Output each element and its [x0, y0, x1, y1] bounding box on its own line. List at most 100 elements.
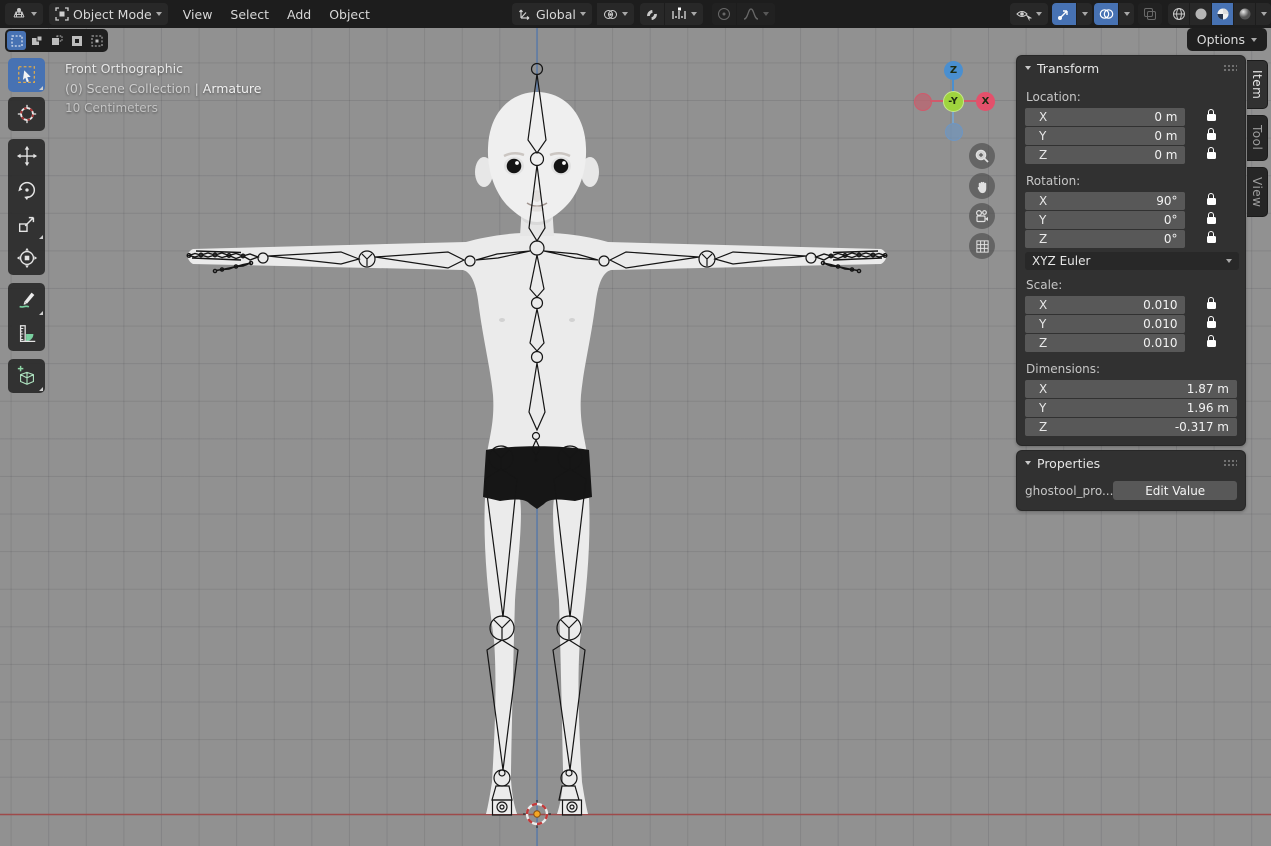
- overlays-dropdown[interactable]: [1119, 3, 1134, 25]
- xray-toggle[interactable]: [1138, 3, 1162, 25]
- orientation-label: Global: [536, 7, 576, 22]
- camera-view-button[interactable]: [969, 203, 995, 229]
- menu-add[interactable]: Add: [278, 7, 320, 22]
- editor-type-button[interactable]: [5, 3, 43, 25]
- tab-item[interactable]: Item: [1247, 60, 1268, 109]
- options-label: Options: [1197, 32, 1245, 47]
- lock-icon[interactable]: [1207, 321, 1216, 328]
- select-mode-extend[interactable]: [27, 31, 46, 50]
- proportional-falloff-dropdown[interactable]: [737, 3, 775, 25]
- menu-object[interactable]: Object: [320, 7, 379, 22]
- transform-panel-header[interactable]: Transform: [1017, 56, 1245, 80]
- dimensions-z-field[interactable]: Z-0.317 m: [1025, 418, 1237, 436]
- edit-value-button[interactable]: Edit Value: [1113, 481, 1237, 500]
- select-mode-subtract[interactable]: [47, 31, 66, 50]
- scale-z-field[interactable]: Z0.010: [1025, 334, 1185, 352]
- gizmo-axis-x[interactable]: X: [976, 92, 995, 111]
- tool-annotate[interactable]: [8, 283, 45, 317]
- scale-y-field[interactable]: Y0.010: [1025, 315, 1185, 333]
- shading-material-button[interactable]: [1212, 3, 1233, 25]
- 3d-viewport-editor-icon: [11, 6, 27, 22]
- select-mode-invert[interactable]: [67, 31, 86, 50]
- panel-drag-handle[interactable]: [1223, 64, 1237, 73]
- tool-cursor[interactable]: [8, 97, 45, 131]
- show-gizmo-toggle[interactable]: [1052, 3, 1076, 25]
- location-y-field[interactable]: Y0 m: [1025, 127, 1185, 145]
- menu-select[interactable]: Select: [221, 7, 278, 22]
- gizmo-axis-x-neg[interactable]: [914, 93, 932, 111]
- panel-title: Transform: [1037, 61, 1099, 76]
- proportional-edit-group: [712, 3, 775, 25]
- scale-x-field[interactable]: X0.010: [1025, 296, 1185, 314]
- options-dropdown[interactable]: Options: [1187, 28, 1267, 51]
- object-visibility-dropdown[interactable]: [1010, 3, 1048, 25]
- lock-icon[interactable]: [1207, 114, 1216, 121]
- snap-with-dropdown[interactable]: [665, 3, 703, 25]
- location-z-field[interactable]: Z0 m: [1025, 146, 1185, 164]
- snap-toggle[interactable]: [640, 3, 664, 25]
- tab-tool[interactable]: Tool: [1247, 115, 1268, 160]
- gizmo-axis-z-neg[interactable]: [945, 123, 963, 141]
- tool-move[interactable]: [8, 139, 45, 173]
- pan-button[interactable]: [969, 173, 995, 199]
- gizmo-axis-z[interactable]: Z: [944, 61, 963, 80]
- lock-icon[interactable]: [1207, 198, 1216, 205]
- select-mode-set[interactable]: [7, 31, 26, 50]
- panel-drag-handle[interactable]: [1223, 459, 1237, 468]
- lock-icon[interactable]: [1207, 133, 1216, 140]
- pivot-point-dropdown[interactable]: [597, 3, 634, 25]
- lock-icon[interactable]: [1207, 302, 1216, 309]
- tool-rotate[interactable]: [8, 173, 45, 207]
- shading-rendered-button[interactable]: [1234, 3, 1255, 25]
- lock-icon[interactable]: [1207, 217, 1216, 224]
- location-y-row: Y0 m: [1025, 127, 1237, 145]
- camera-icon: [974, 208, 990, 224]
- properties-panel-header[interactable]: Properties: [1017, 451, 1245, 475]
- gizmo-dropdown[interactable]: [1077, 3, 1092, 25]
- 3d-cursor-icon: [16, 103, 38, 125]
- rotate-icon: [16, 179, 38, 201]
- transform-panel: Transform Location: X0 m Y0 m Z0 m Rotat…: [1016, 55, 1246, 446]
- menu-view[interactable]: View: [174, 7, 222, 22]
- tool-select-box[interactable]: [8, 58, 45, 92]
- location-x-field[interactable]: X0 m: [1025, 108, 1185, 126]
- zoom-button[interactable]: [969, 143, 995, 169]
- tool-transform[interactable]: [8, 241, 45, 275]
- dimensions-z-row: Z-0.317 m: [1025, 418, 1237, 436]
- overlays-group: [1094, 3, 1134, 25]
- rotation-z-field[interactable]: Z0°: [1025, 230, 1185, 248]
- transform-icon: [16, 247, 38, 269]
- lock-icon[interactable]: [1207, 236, 1216, 243]
- dimensions-x-row: X1.87 m: [1025, 380, 1237, 398]
- navigation-gizmo[interactable]: Z X -Y: [918, 60, 1000, 144]
- rendered-sphere-icon: [1238, 7, 1252, 21]
- gizmo-axis-y-neg[interactable]: -Y: [943, 91, 964, 112]
- proportional-edit-toggle[interactable]: [712, 3, 736, 25]
- lock-icon[interactable]: [1207, 152, 1216, 159]
- lock-icon[interactable]: [1207, 340, 1216, 347]
- select-mode-toolbar: [5, 29, 108, 52]
- global-orientation-icon: [518, 7, 532, 21]
- shading-solid-button[interactable]: [1190, 3, 1211, 25]
- rotation-x-field[interactable]: X90°: [1025, 192, 1185, 210]
- viewport-nav-buttons: [969, 143, 995, 259]
- rotation-mode-dropdown[interactable]: XYZ Euler: [1025, 252, 1239, 270]
- falloff-curve-icon: [743, 7, 759, 21]
- mode-dropdown[interactable]: Object Mode: [49, 3, 168, 25]
- shading-dropdown[interactable]: [1256, 3, 1271, 25]
- transform-orientation-dropdown[interactable]: Global: [512, 3, 592, 25]
- select-mode-intersect[interactable]: [87, 31, 106, 50]
- tool-measure[interactable]: [8, 317, 45, 351]
- shading-wireframe-button[interactable]: [1168, 3, 1189, 25]
- tool-scale[interactable]: [8, 207, 45, 241]
- measure-icon: [16, 323, 38, 345]
- rotation-y-field[interactable]: Y0°: [1025, 211, 1185, 229]
- dimensions-y-field[interactable]: Y1.96 m: [1025, 399, 1237, 417]
- tool-add-cube[interactable]: [8, 359, 45, 393]
- dimensions-x-field[interactable]: X1.87 m: [1025, 380, 1237, 398]
- dimensions-label: Dimensions:: [1026, 362, 1237, 376]
- tab-view[interactable]: View: [1247, 167, 1268, 217]
- show-overlays-toggle[interactable]: [1094, 3, 1118, 25]
- ortho-toggle-button[interactable]: [969, 233, 995, 259]
- blender-window: Object Mode View Select Add Object Globa…: [0, 0, 1271, 846]
